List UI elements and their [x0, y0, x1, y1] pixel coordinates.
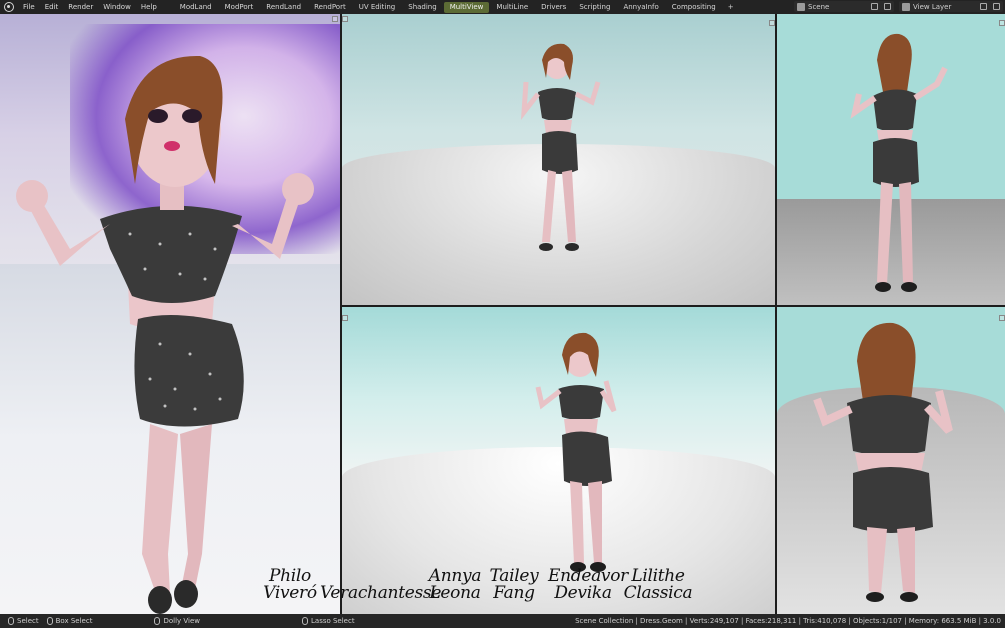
character-figure: [850, 33, 948, 292]
credit-line2: Devika: [554, 583, 612, 603]
scene-name[interactable]: Scene: [808, 3, 868, 11]
character-figure: [535, 332, 617, 572]
viewport-corner-handle[interactable]: [999, 315, 1005, 321]
credit-line2: Leona: [429, 583, 481, 603]
tab-shading[interactable]: Shading: [402, 2, 442, 13]
credit-line2: Classica: [623, 583, 693, 603]
tab-annyainfo[interactable]: AnnyaInfo: [617, 2, 664, 13]
credit-lilithe: Lilithe Classica: [618, 568, 698, 602]
view-layer-name[interactable]: View Layer: [913, 3, 977, 11]
viewport-camera-back[interactable]: [777, 14, 1005, 305]
tab-multiline[interactable]: MultiLine: [490, 2, 534, 13]
blender-logo-icon[interactable]: [4, 2, 14, 12]
status-box-select: Box Select: [45, 617, 93, 625]
tab-scripting[interactable]: Scripting: [573, 2, 616, 13]
workspace-tabs: ModLand ModPort RendLand RendPort UV Edi…: [174, 1, 739, 13]
mouse-left-icon: [8, 617, 14, 625]
status-box-select-label: Box Select: [55, 617, 93, 625]
character-figure: [16, 55, 314, 614]
credit-verachantesse: Verachantesse: [320, 568, 442, 603]
menu-file[interactable]: File: [18, 3, 40, 11]
scene-selector[interactable]: Scene: [794, 1, 894, 12]
tab-rendport[interactable]: RendPort: [308, 2, 352, 13]
status-select-label: Select: [17, 617, 39, 625]
viewport-camera-front[interactable]: [342, 14, 775, 305]
delete-scene-icon[interactable]: [884, 3, 891, 10]
menu-render[interactable]: Render: [63, 3, 98, 11]
view-layer-selector[interactable]: View Layer: [899, 1, 1003, 12]
viewport-corner-handle[interactable]: [332, 16, 338, 22]
add-workspace-button[interactable]: +: [723, 3, 739, 11]
tab-rendland[interactable]: RendLand: [260, 2, 307, 13]
scene-statistics: Scene Collection | Dress.Geom | Verts:24…: [575, 617, 1001, 625]
tab-modland[interactable]: ModLand: [174, 2, 218, 13]
credit-endeavor: Endeavor Devika: [548, 568, 628, 603]
credit-philo: Philo Viveró: [262, 568, 318, 602]
credit-line2: Viveró: [263, 583, 317, 603]
viewport-corner-handle[interactable]: [342, 16, 348, 22]
menu-help[interactable]: Help: [136, 3, 162, 11]
menu-window[interactable]: Window: [98, 3, 136, 11]
delete-view-layer-icon[interactable]: [993, 3, 1000, 10]
viewport-camera-back-close[interactable]: [777, 307, 1005, 614]
character-figure: [520, 43, 601, 251]
tab-modport[interactable]: ModPort: [219, 2, 260, 13]
viewport-corner-handle[interactable]: [342, 315, 348, 321]
new-view-layer-icon[interactable]: [980, 3, 987, 10]
status-bar: Select Box Select Dolly View Lasso Selec…: [0, 614, 1005, 628]
credit-line2: Verachantesse: [320, 583, 442, 603]
viewport-corner-handle[interactable]: [999, 20, 1005, 26]
status-lasso-select: Lasso Select: [300, 617, 355, 625]
viewport-corner-handle[interactable]: [769, 20, 775, 26]
character-figure: [813, 322, 953, 602]
status-select: Select: [6, 617, 39, 625]
scene-icon: [797, 2, 805, 11]
tab-multiview[interactable]: MultiView: [443, 1, 490, 13]
credit-annya: Annya Leona: [426, 568, 484, 602]
top-bar: File Edit Render Window Help ModLand Mod…: [0, 0, 1005, 14]
status-dolly-view-label: Dolly View: [163, 617, 200, 625]
tab-uv-editing[interactable]: UV Editing: [353, 2, 402, 13]
mouse-drag-icon: [46, 617, 53, 625]
mouse-right-icon: [302, 617, 308, 625]
credit-tailey: Tailey Fang: [486, 568, 542, 602]
character-credits: Philo Viveró Verachantesse Annya Leona T…: [262, 566, 702, 614]
mouse-middle-icon: [154, 617, 161, 625]
status-dolly-view: Dolly View: [152, 617, 200, 625]
status-lasso-select-label: Lasso Select: [311, 617, 355, 625]
new-scene-icon[interactable]: [871, 3, 878, 10]
menu-edit[interactable]: Edit: [40, 3, 64, 11]
viewport-main[interactable]: [0, 14, 340, 614]
tab-drivers[interactable]: Drivers: [535, 2, 572, 13]
credit-line2: Fang: [493, 583, 535, 603]
tab-compositing[interactable]: Compositing: [666, 2, 722, 13]
view-layer-icon: [902, 2, 910, 11]
